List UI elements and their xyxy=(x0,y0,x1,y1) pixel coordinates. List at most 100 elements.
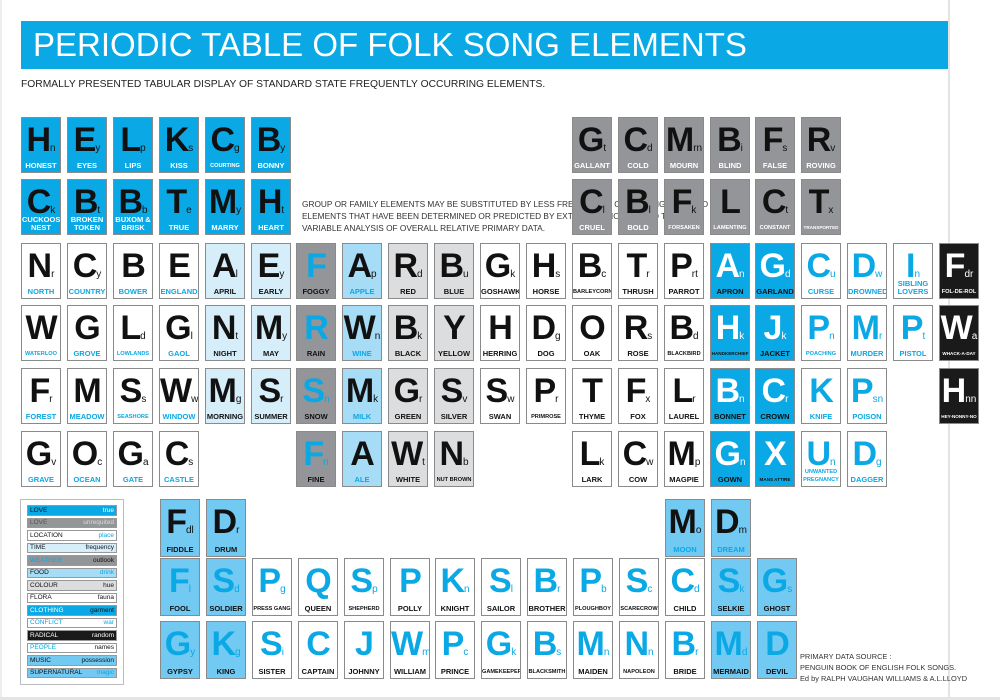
element-symbol-subscript: g xyxy=(235,647,241,658)
element-symbol-letter: B xyxy=(625,183,650,221)
element-rain: R RAIN xyxy=(296,305,336,361)
element-symbol-subscript: w xyxy=(875,269,883,280)
legend-subcategory: fauna xyxy=(97,594,114,602)
element-name: SAILOR xyxy=(486,604,516,613)
element-name: CURSE xyxy=(807,287,835,296)
element-symbol-subscript: u xyxy=(830,269,836,280)
element-symbol-subscript: r xyxy=(555,394,559,405)
element-symbol-letter: S xyxy=(717,562,741,600)
element-symbol-subscript: l xyxy=(235,269,238,280)
element-name: CUCKOOS NEST xyxy=(22,215,61,232)
element-waterloo: W WATERLOO xyxy=(21,305,61,361)
element-symbol-letter: P xyxy=(807,309,830,347)
element-symbol-subscript: g xyxy=(876,457,882,468)
element-symbol: F xyxy=(297,249,335,292)
element-symbol-letter: M xyxy=(576,625,605,663)
element-fine: Fn FINE xyxy=(296,431,336,487)
element-name: COURTING xyxy=(210,163,240,169)
element-dog: Dg DOG xyxy=(526,305,566,361)
element-symbol-letter: D xyxy=(715,503,740,541)
element-symbol-subscript: rt xyxy=(691,269,698,280)
element-symbol-letter: M xyxy=(714,625,743,663)
element-symbol-subscript: r xyxy=(646,269,650,280)
element-symbol: Mg xyxy=(206,374,244,417)
element-buxom-brisk: Bb BUXOM & BRISK xyxy=(113,179,153,235)
element-symbol-letter: B xyxy=(715,372,740,410)
element-symbol-subscript: r xyxy=(236,525,240,536)
element-symbol-subscript: r xyxy=(49,394,53,405)
element-symbol: Lr xyxy=(665,374,703,417)
element-symbol-letter: G xyxy=(759,247,785,285)
element-symbol-subscript: x xyxy=(645,394,651,405)
element-name: RAIN xyxy=(306,349,326,358)
element-symbol-subscript: t xyxy=(281,205,285,216)
element-symbol: Bu xyxy=(435,249,473,292)
element-name: PLOUGHBOY xyxy=(574,606,612,612)
element-symbol-subscript: k xyxy=(739,331,745,342)
element-moon: Mo MOON xyxy=(665,499,705,557)
element-morning: Mg MORNING xyxy=(205,368,245,424)
element-symbol-letter: C xyxy=(72,247,98,285)
legend-subcategory: drink xyxy=(99,569,114,577)
element-yellow: Y YELLOW xyxy=(434,305,474,361)
element-symbol-letter: C xyxy=(210,121,235,159)
element-symbol-subscript: n xyxy=(648,647,654,658)
element-name: BONNY xyxy=(257,161,285,170)
element-bonny: By BONNY xyxy=(251,117,291,173)
element-marry: My MARRY xyxy=(205,179,245,235)
element-forest: Fr FOREST xyxy=(21,368,61,424)
element-symbol-letter: K xyxy=(440,562,465,600)
element-maiden: Mn MAIDEN xyxy=(573,621,613,679)
element-swan: Sw SWAN xyxy=(480,368,520,424)
element-symbol: Cd xyxy=(666,564,704,607)
legend-category: LOCATION xyxy=(30,531,63,539)
legend-row: COLOUR hue xyxy=(27,580,117,591)
element-summer: Sr SUMMER xyxy=(251,368,291,424)
element-symbol-letter: G xyxy=(165,309,191,347)
element-symbol-letter: C xyxy=(306,625,331,663)
element-symbol-subscript: y xyxy=(95,143,101,154)
element-symbol-subscript: dr xyxy=(964,269,974,280)
element-symbol-letter: G xyxy=(25,435,52,473)
element-name: MORNING xyxy=(206,412,244,421)
element-symbol-letter: F xyxy=(29,372,50,410)
element-symbol: My xyxy=(252,311,290,354)
element-symbol-subscript: b xyxy=(601,584,607,595)
element-symbol-subscript: y xyxy=(280,143,286,154)
element-symbol: Gn xyxy=(711,437,749,480)
element-gypsy: Gy GYPSY xyxy=(160,621,200,679)
element-name: CHILD xyxy=(673,604,697,613)
element-name: BLIND xyxy=(718,161,742,170)
element-symbol-letter: W xyxy=(391,435,423,473)
element-symbol: Mrn xyxy=(665,123,703,166)
element-symbol-letter: W xyxy=(940,309,973,347)
element-ploughboy: Pb PLOUGHBOY xyxy=(573,558,613,616)
element-unwanted-pregnancy: Un UNWANTED PREGNANCY xyxy=(801,431,841,487)
element-name: MANS ATTIRE xyxy=(759,477,791,482)
element-symbol-subscript: k xyxy=(599,457,605,468)
element-red: Rd RED xyxy=(388,243,428,299)
element-symbol-subscript: d xyxy=(647,143,653,154)
element-symbol-letter: H xyxy=(488,309,513,347)
legend-subcategory: unrequited xyxy=(83,519,114,527)
element-name: GAOL xyxy=(168,349,190,358)
element-ghost: Gs GHOST xyxy=(757,558,797,616)
element-shepherd: Sp SHEPHERD xyxy=(344,558,384,616)
element-symbol-subscript: v xyxy=(830,143,836,154)
element-name: WILLIAM xyxy=(393,667,427,676)
element-rose: Rs ROSE xyxy=(618,305,658,361)
element-symbol: Pr xyxy=(527,374,565,417)
element-window: Ww WINDOW xyxy=(159,368,199,424)
element-symbol-letter: F xyxy=(306,247,327,285)
element-fiddle: Fdl FIDDLE xyxy=(160,499,200,557)
element-symbol-letter: D xyxy=(212,503,238,541)
element-symbol: E xyxy=(160,249,198,292)
element-name: FALSE xyxy=(762,161,788,170)
element-symbol-letter: S xyxy=(350,562,373,600)
element-symbol-subscript: w xyxy=(646,457,654,468)
element-parrot: Prt PARROT xyxy=(664,243,704,299)
element-handkerchief: Hk HANDKERCHIEF xyxy=(710,305,750,361)
element-true: Te TRUE xyxy=(159,179,199,235)
element-symbol-subscript: nn xyxy=(965,394,977,405)
element-gallant: Gt GALLANT xyxy=(572,117,612,173)
